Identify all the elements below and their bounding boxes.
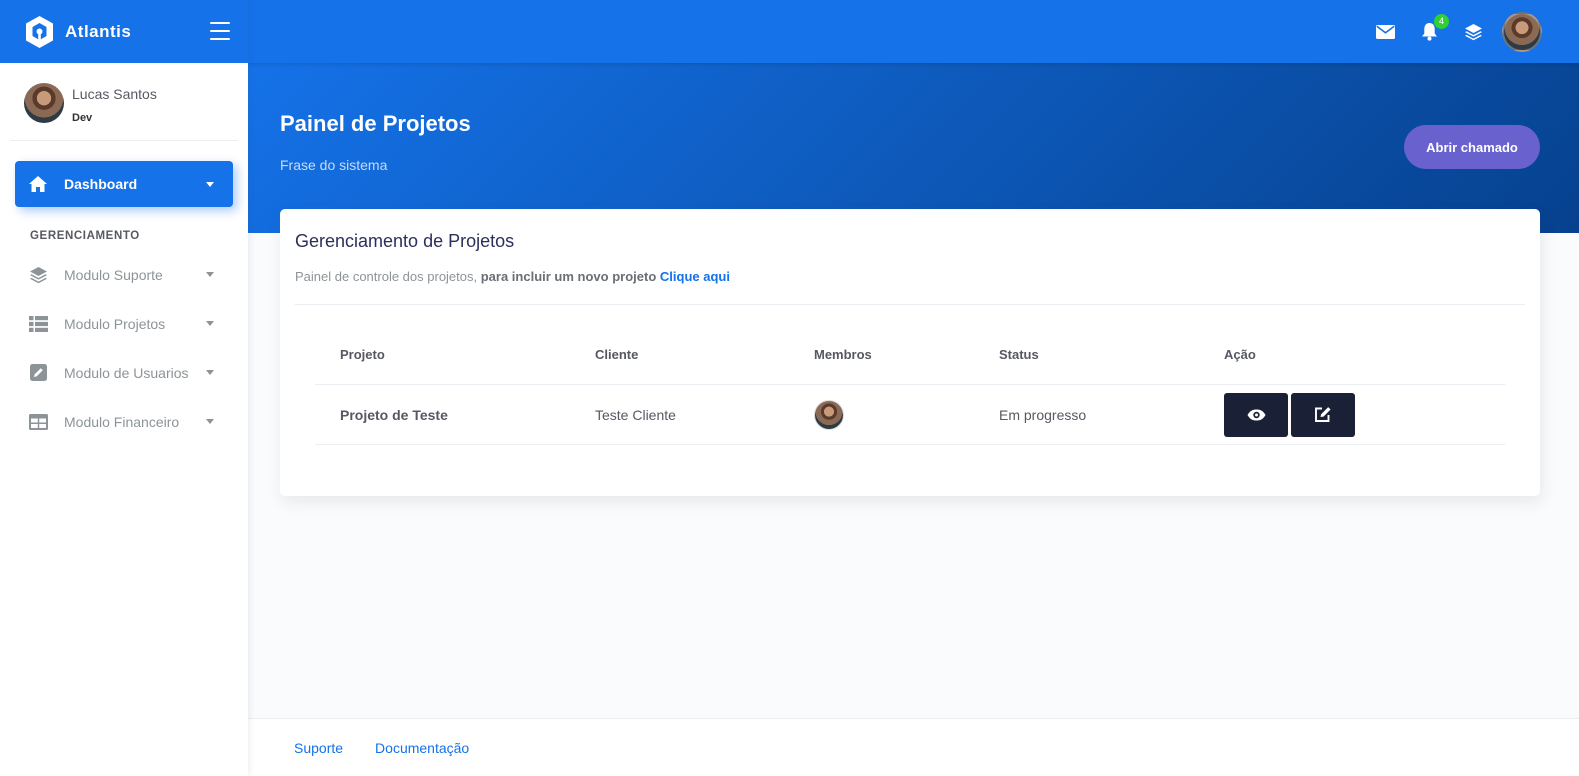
- sidebar-item-modulo-usuarios[interactable]: Modulo de Usuarios: [0, 348, 248, 397]
- cell-status: Em progresso: [999, 406, 1087, 423]
- chevron-down-icon: [206, 370, 214, 375]
- cell-acao: [1224, 392, 1505, 437]
- chevron-down-icon: [206, 419, 214, 424]
- chevron-down-icon: [206, 181, 214, 187]
- sidebar: Atlantis Lucas Santos Dev Dashboard GERE…: [0, 0, 248, 776]
- cell-membros: [814, 399, 999, 430]
- card-description-bold: para incluir um novo projeto: [480, 269, 657, 284]
- notification-badge: 4: [1434, 13, 1449, 29]
- new-project-link[interactable]: Clique aqui: [660, 269, 730, 284]
- table-icon: [28, 314, 48, 334]
- column-header-acao: Ação: [1224, 347, 1256, 362]
- edit-button[interactable]: [1291, 392, 1355, 437]
- sidebar-item-modulo-projetos[interactable]: Modulo Projetos: [0, 299, 248, 348]
- sidebar-item-modulo-suporte[interactable]: Modulo Suporte: [0, 250, 248, 299]
- layers-icon: [28, 265, 48, 285]
- bell-icon[interactable]: 4: [1418, 13, 1449, 43]
- user-profile[interactable]: Lucas Santos Dev: [10, 63, 238, 141]
- footer: Suporte Documentação: [248, 718, 1579, 776]
- eye-icon: [1247, 409, 1265, 420]
- sidebar-section-title: GERENCIAMENTO: [30, 230, 140, 242]
- footer-link-suporte[interactable]: Suporte: [294, 740, 343, 756]
- member-avatar[interactable]: [814, 399, 844, 430]
- layers-icon[interactable]: [1462, 21, 1484, 43]
- logo-header: Atlantis: [0, 0, 248, 63]
- user-avatar[interactable]: [1502, 11, 1542, 52]
- grid-icon: [28, 412, 48, 432]
- sidebar-item-dashboard[interactable]: Dashboard: [15, 161, 233, 207]
- cell-projeto: Projeto de Teste: [340, 406, 448, 423]
- sidebar-item-label: Modulo Financeiro: [64, 413, 180, 430]
- table-header: Projeto Cliente Membros Status Ação: [315, 325, 1505, 385]
- sidebar-item-label: Dashboard: [64, 176, 138, 192]
- chevron-down-icon: [206, 272, 214, 277]
- card-description-text: Painel de controle dos projetos,: [295, 269, 481, 284]
- envelope-icon[interactable]: [1374, 21, 1396, 43]
- page-title: Painel de Projetos: [280, 111, 471, 136]
- user-name: Lucas Santos: [72, 86, 157, 102]
- brand-name[interactable]: Atlantis: [65, 22, 131, 42]
- avatar: [24, 83, 64, 123]
- panel-header: Painel de Projetos Frase do sistema Abri…: [248, 63, 1579, 233]
- edit-icon: [28, 363, 48, 383]
- column-header-projeto: Projeto: [340, 347, 385, 362]
- view-button[interactable]: [1224, 392, 1288, 437]
- top-navbar: 4: [248, 0, 1579, 63]
- edit-icon: [1315, 407, 1331, 422]
- home-icon: [28, 174, 48, 194]
- projects-table: Projeto Cliente Membros Status Ação Proj…: [315, 325, 1505, 445]
- menu-toggle-icon[interactable]: [210, 22, 230, 40]
- projects-card: Gerenciamento de Projetos Painel de cont…: [280, 209, 1540, 496]
- column-header-status: Status: [999, 347, 1039, 362]
- sidebar-item-label: Modulo Projetos: [64, 315, 166, 332]
- page-subtitle: Frase do sistema: [280, 157, 388, 173]
- sidebar-item-label: Modulo de Usuarios: [64, 364, 189, 381]
- open-ticket-button[interactable]: Abrir chamado: [1404, 125, 1540, 169]
- column-header-cliente: Cliente: [595, 347, 639, 362]
- sidebar-item-modulo-financeiro[interactable]: Modulo Financeiro: [0, 397, 248, 446]
- atlantis-logo-icon[interactable]: [24, 15, 55, 49]
- chevron-down-icon: [206, 321, 214, 326]
- user-role: Dev: [72, 112, 93, 124]
- column-header-membros: Membros: [814, 347, 872, 362]
- sidebar-item-label: Modulo Suporte: [64, 266, 163, 283]
- card-description: Painel de controle dos projetos, para in…: [295, 269, 730, 284]
- footer-link-documentacao[interactable]: Documentação: [375, 740, 469, 756]
- card-title: Gerenciamento de Projetos: [295, 231, 515, 251]
- table-row: Projeto de Teste Teste Cliente Em progre…: [315, 385, 1505, 445]
- cell-cliente: Teste Cliente: [595, 406, 676, 423]
- divider: [295, 304, 1525, 305]
